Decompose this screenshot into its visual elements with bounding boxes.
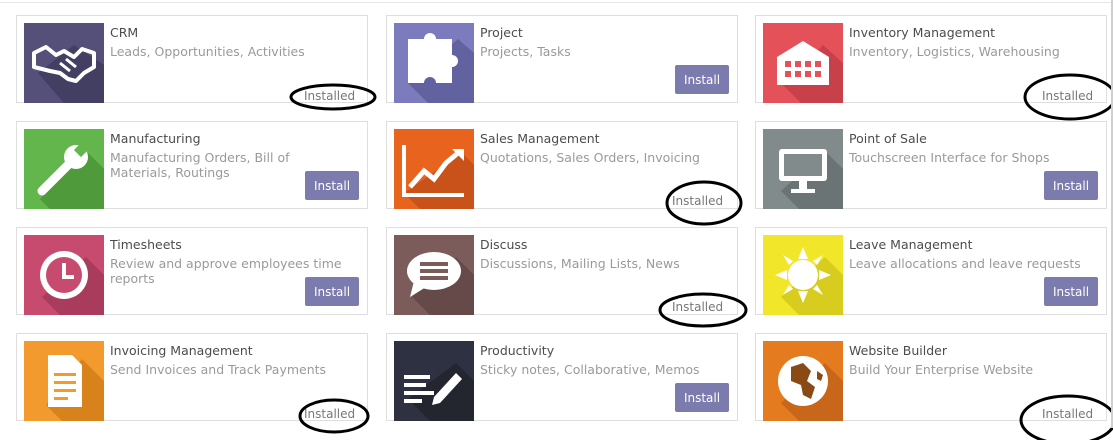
app-name: Project (480, 25, 523, 40)
app-description: Touchscreen Interface for Shops (849, 150, 1050, 165)
installed-label: Installed (672, 300, 724, 314)
app-card-inventory[interactable]: Inventory Management Inventory, Logistic… (755, 15, 1113, 121)
app-description: Quotations, Sales Orders, Invoicing (480, 150, 700, 165)
sun-icon (763, 235, 843, 315)
app-card-sales[interactable]: Sales Management Quotations, Sales Order… (386, 121, 743, 226)
installed-label: Installed (672, 194, 724, 208)
installed-label: Installed (304, 407, 356, 421)
install-button[interactable]: Install (305, 171, 359, 200)
app-description: Build Your Enterprise Website (849, 362, 1034, 377)
app-description: Discussions, Mailing Lists, News (480, 256, 680, 271)
app-card-manufacturing[interactable]: Manufacturing Manufacturing Orders, Bill… (16, 121, 368, 209)
app-name: Manufacturing (110, 131, 201, 146)
app-name: Website Builder (849, 343, 948, 358)
app-card-crm[interactable]: CRM Leads, Opportunities, Activities Ins… (16, 15, 377, 111)
app-name: Timesheets (110, 237, 182, 252)
install-button[interactable]: Install (1044, 171, 1098, 200)
document-icon (24, 341, 104, 421)
warehouse-icon (763, 23, 843, 103)
app-description: Projects, Tasks (480, 44, 571, 59)
app-card-pos[interactable]: Point of Sale Touchscreen Interface for … (755, 121, 1107, 209)
app-description: Send Invoices and Track Payments (110, 362, 327, 377)
installed-label: Installed (304, 89, 356, 103)
app-description: Inventory, Logistics, Warehousing (849, 44, 1060, 59)
app-name: Productivity (480, 343, 555, 358)
wrench-icon (24, 129, 104, 209)
app-card-leave[interactable]: Leave Management Leave allocations and l… (755, 227, 1107, 315)
app-name: Sales Management (480, 131, 600, 146)
notes-pencil-icon (394, 341, 474, 421)
app-card-invoicing[interactable]: Invoicing Management Send Invoices and T… (16, 333, 370, 434)
app-card-timesheets[interactable]: Timesheets Review and approve employees … (16, 227, 368, 315)
app-name: Discuss (480, 237, 528, 252)
crm-icon (24, 23, 104, 103)
installed-label: Installed (1042, 89, 1094, 103)
install-button[interactable]: Install (675, 383, 729, 412)
install-button[interactable]: Install (305, 277, 359, 306)
install-button[interactable]: Install (675, 65, 729, 94)
chat-bubble-icon (394, 235, 474, 315)
app-name: Leave Management (849, 237, 973, 252)
puzzle-icon (394, 23, 474, 103)
monitor-icon (763, 129, 843, 209)
top-divider (0, 2, 1113, 3)
clock-icon (24, 235, 104, 315)
app-name: Point of Sale (849, 131, 927, 146)
apps-grid: CRM Leads, Opportunities, Activities Ins… (16, 15, 1113, 440)
installed-label: Installed (1042, 407, 1094, 421)
app-card-productivity[interactable]: Productivity Sticky notes, Collaborative… (386, 333, 738, 421)
app-card-website[interactable]: Website Builder Build Your Enterprise We… (755, 333, 1113, 440)
app-card-project[interactable]: Project Projects, Tasks Install (386, 15, 738, 103)
app-card-discuss[interactable]: Discuss Discussions, Mailing Lists, News… (386, 227, 748, 328)
app-name: CRM (110, 25, 139, 40)
app-description: Leave allocations and leave requests (849, 256, 1081, 271)
chart-trend-icon (394, 129, 474, 209)
install-button[interactable]: Install (1044, 277, 1098, 306)
app-name: Inventory Management (849, 25, 996, 40)
app-name: Invoicing Management (110, 343, 253, 358)
globe-icon (763, 341, 843, 421)
app-description: Sticky notes, Collaborative, Memos (480, 362, 700, 377)
app-description: Leads, Opportunities, Activities (110, 44, 305, 59)
